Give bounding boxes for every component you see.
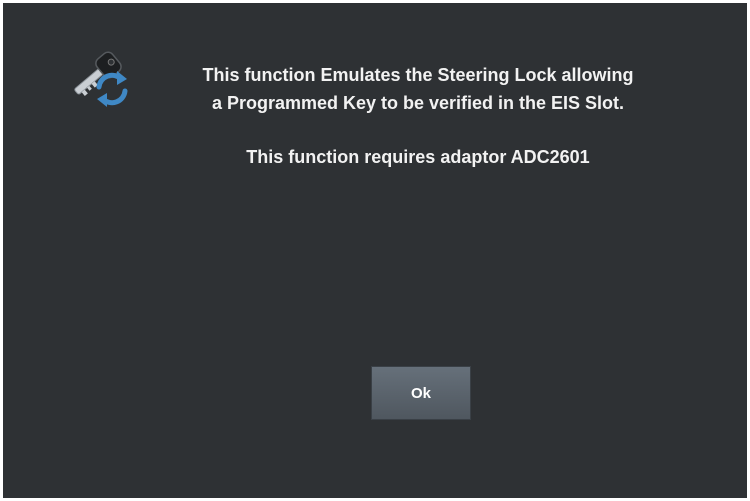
requirement-text: This function requires adaptor ADC2601: [246, 147, 590, 167]
dialog-message: This function Emulates the Steering Lock…: [123, 61, 713, 117]
message-line-2: a Programmed Key to be verified in the E…: [211, 93, 625, 113]
ok-button[interactable]: Ok: [371, 366, 471, 420]
dialog: This function Emulates the Steering Lock…: [3, 3, 747, 498]
message-line-1: This function Emulates the Steering Lock…: [202, 65, 634, 85]
